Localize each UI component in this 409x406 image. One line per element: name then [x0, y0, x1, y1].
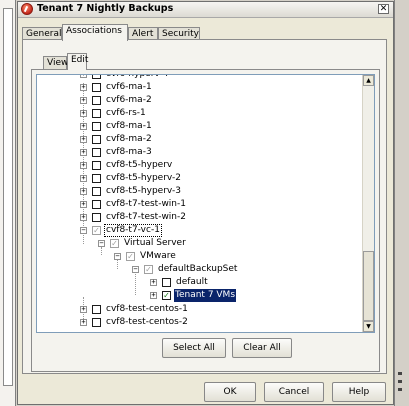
expand-icon[interactable]: + [80, 162, 87, 169]
tree-node-label-selected: Tenant 7 VMs [174, 289, 237, 302]
checkbox[interactable]: ✓ [110, 239, 119, 248]
backup-dialog: Tenant 7 Nightly Backups ✕ General Assoc… [17, 1, 394, 405]
checkbox[interactable] [92, 161, 101, 170]
ok-button[interactable]: OK [204, 382, 256, 402]
tree-node-label: cvf6-ma-2 [106, 95, 152, 105]
tree-node-label: cvf8-ma-1 [106, 121, 152, 131]
checkbox[interactable] [92, 109, 101, 118]
help-button[interactable]: Help [332, 382, 386, 402]
expand-icon[interactable]: + [150, 292, 157, 299]
background-text-fragment [398, 380, 402, 383]
expand-icon[interactable]: + [80, 123, 87, 130]
associations-panel: View Edit + cvf6-hyperv-4 + cvf6-ma-1 + … [22, 39, 387, 374]
checkbox[interactable] [92, 174, 101, 183]
tree-node-label: VMware [140, 251, 176, 261]
expand-icon[interactable]: + [80, 188, 87, 195]
tree-node-label: cvf8-t5-hyperv [106, 160, 173, 170]
subtab-edit[interactable]: Edit [67, 53, 88, 70]
tab-associations[interactable]: Associations [62, 24, 128, 41]
clear-all-button[interactable]: Clear All [232, 338, 292, 358]
select-all-button[interactable]: Select All [162, 338, 226, 358]
checkbox[interactable]: ✓ [144, 265, 153, 274]
tree-node-label: cvf8-ma-3 [106, 147, 152, 157]
expand-icon[interactable]: + [80, 319, 87, 326]
expand-icon[interactable]: + [80, 175, 87, 182]
checkbox[interactable] [92, 135, 101, 144]
tree-guide-line [135, 272, 136, 295]
checkbox[interactable] [92, 148, 101, 157]
close-button[interactable]: ✕ [378, 4, 389, 14]
checkbox[interactable] [162, 278, 171, 287]
tree-guide-line [101, 247, 102, 255]
collapse-icon[interactable]: − [80, 227, 87, 234]
tree-node-label: cvf8-t7-test-win-2 [106, 212, 186, 222]
subtab-view[interactable]: View [43, 56, 68, 69]
expand-icon[interactable]: + [80, 110, 87, 117]
association-tree[interactable]: + cvf6-hyperv-4 + cvf6-ma-1 + cvf6-ma-2 … [36, 74, 375, 333]
tree-node-label: cvf6-rs-1 [106, 108, 146, 118]
tree-node-label: cvf8-t7-vc-1 [104, 224, 162, 237]
expand-icon[interactable]: + [150, 279, 157, 286]
expand-icon[interactable]: + [80, 201, 87, 208]
expand-icon[interactable]: + [80, 214, 87, 221]
background-text-fragment [398, 372, 402, 375]
tree-node-label: cvf8-t5-hyperv-2 [106, 173, 181, 183]
tree-guide-line [117, 259, 118, 269]
app-icon [21, 3, 33, 15]
checkbox[interactable] [92, 75, 101, 79]
tree-node-label: cvf8-ma-2 [106, 134, 152, 144]
scroll-down-icon[interactable]: ▼ [363, 321, 374, 332]
checkbox[interactable]: ✓ [92, 226, 101, 235]
expand-icon[interactable]: + [80, 306, 87, 313]
window-title: Tenant 7 Nightly Backups [37, 3, 174, 14]
tree-node-label: defaultBackupSet [158, 264, 238, 274]
background-window-left [0, 0, 16, 406]
collapse-icon[interactable]: − [132, 266, 139, 273]
tree-node-label: cvf8-test-centos-2 [106, 317, 188, 327]
cancel-button[interactable]: Cancel [264, 382, 324, 402]
expand-icon[interactable]: + [80, 75, 87, 78]
checkbox[interactable] [92, 213, 101, 222]
collapse-icon[interactable]: − [98, 240, 105, 247]
scrollbar-thumb[interactable] [363, 251, 374, 321]
edit-panel: + cvf6-hyperv-4 + cvf6-ma-1 + cvf6-ma-2 … [31, 69, 380, 372]
background-panel [3, 8, 13, 386]
expand-icon[interactable]: + [80, 136, 87, 143]
expand-icon[interactable]: + [80, 97, 87, 104]
tree-node-label: cvf8-t5-hyperv-3 [106, 186, 181, 196]
checkbox[interactable] [92, 187, 101, 196]
background-text-fragment [398, 388, 402, 391]
expand-icon[interactable]: + [80, 84, 87, 91]
expand-icon[interactable]: + [80, 149, 87, 156]
checkbox[interactable] [92, 122, 101, 131]
tree-node-label: cvf8-t7-test-win-1 [106, 199, 186, 209]
checkbox[interactable] [92, 305, 101, 314]
collapse-icon[interactable]: − [114, 253, 121, 260]
checkbox[interactable]: ✓ [126, 252, 135, 261]
tree-node-label: cvf6-ma-1 [106, 82, 152, 92]
checkbox[interactable]: ✓ [162, 291, 171, 300]
background-window-right [394, 0, 409, 406]
checkbox[interactable] [92, 83, 101, 92]
title-bar[interactable]: Tenant 7 Nightly Backups ✕ [18, 2, 393, 18]
scroll-up-icon[interactable]: ▲ [363, 75, 374, 86]
checkbox[interactable] [92, 96, 101, 105]
tree-node-label: cvf6-hyperv-4 [106, 74, 169, 79]
tree-node-label: Virtual Server [124, 238, 186, 248]
tree-scrollbar[interactable]: ▲ ▼ [362, 75, 374, 332]
checkbox[interactable] [92, 200, 101, 209]
checkbox[interactable] [92, 318, 101, 327]
tree-node-label: cvf8-test-centos-1 [106, 304, 188, 314]
tree-node-label: default [176, 277, 208, 287]
